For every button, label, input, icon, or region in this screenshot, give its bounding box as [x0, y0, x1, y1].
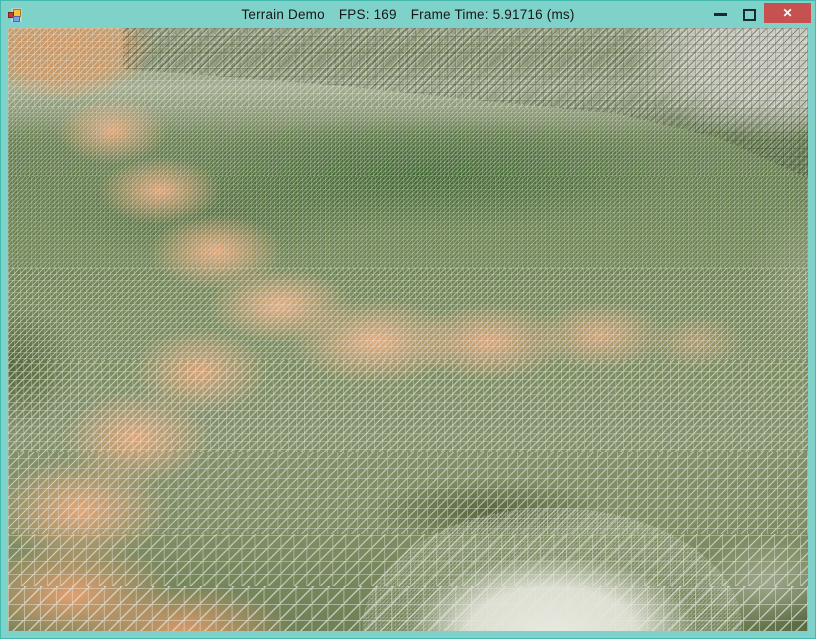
maximize-button[interactable] — [743, 1, 756, 28]
terrain-viewport[interactable] — [8, 28, 808, 631]
titlebar[interactable]: Terrain Demo FPS: 169 Frame Time: 5.9171… — [1, 1, 815, 28]
frame-time-counter: Frame Time: 5.91716 (ms) — [410, 7, 575, 22]
minimize-icon — [713, 13, 727, 16]
window-title: Terrain Demo — [241, 7, 325, 22]
app-icon-blue-square — [13, 16, 20, 22]
caption-buttons: ✕ — [713, 1, 811, 28]
minimize-button[interactable] — [713, 1, 727, 28]
terrain-wireframe — [8, 28, 808, 631]
title-group: Terrain Demo FPS: 169 Frame Time: 5.9171… — [241, 7, 574, 22]
app-icon[interactable] — [8, 8, 22, 22]
fps-counter: FPS: 169 — [338, 7, 397, 22]
app-window: Terrain Demo FPS: 169 Frame Time: 5.9171… — [0, 0, 816, 639]
maximize-icon — [743, 8, 756, 21]
close-button[interactable]: ✕ — [764, 3, 811, 23]
